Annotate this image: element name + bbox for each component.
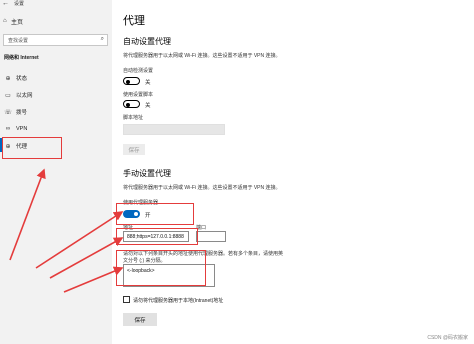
sidebar-item-ethernet[interactable]: ▭ 以太网: [0, 87, 112, 103]
manual-proxy-heading: 手动设置代理: [123, 169, 171, 178]
sidebar-item-status[interactable]: ⊕ 状态: [0, 70, 112, 86]
setup-script-state: 关: [145, 103, 151, 109]
auto-detect-state: 关: [145, 80, 151, 86]
sidebar-home-label: 主页: [11, 19, 24, 26]
sidebar-item-label: 拨号: [16, 110, 28, 116]
local-address-checkbox-label: 请勿将代理服务器用于本地(Intranet)地址: [133, 298, 224, 304]
monitor-icon: ▭: [5, 92, 11, 99]
setup-script-label: 使用设置脚本: [123, 92, 154, 98]
back-arrow-icon[interactable]: ←: [2, 0, 9, 7]
setup-script-toggle[interactable]: [123, 100, 140, 108]
script-address-label: 脚本地址: [123, 115, 144, 121]
sidebar-item-dialup[interactable]: ☏ 拨号: [0, 104, 112, 120]
local-address-checkbox[interactable]: [123, 296, 130, 303]
manual-save-button[interactable]: 保存: [123, 313, 157, 326]
manual-proxy-desc: 将代理服务器用于以太网或 Wi-Fi 连接。这些设置不适用于 VPN 连接。: [123, 185, 281, 191]
phone-icon: ☏: [4, 109, 12, 116]
app-title: 设置: [14, 1, 25, 7]
search-placeholder: 查找设置: [8, 38, 29, 44]
script-address-input: [123, 124, 225, 135]
watermark: CSDN @码农搬家: [427, 335, 468, 341]
search-input[interactable]: 查找设置 ⌕: [3, 34, 108, 46]
auto-proxy-desc: 将代理服务器用于以太网或 Wi-Fi 连接。这些设置不适用于 VPN 连接。: [123, 53, 281, 59]
auto-detect-toggle[interactable]: [123, 77, 140, 85]
sidebar-item-vpn[interactable]: ∞ VPN: [0, 121, 112, 137]
annotation-box-toggle: [116, 203, 194, 225]
auto-proxy-heading: 自动设置代理: [123, 37, 171, 46]
sidebar-item-label: VPN: [16, 126, 28, 132]
home-icon: ⌂: [3, 18, 7, 24]
globe-icon: ⊕: [5, 75, 11, 82]
search-icon: ⌕: [100, 36, 104, 42]
sidebar-item-label: 状态: [16, 76, 28, 82]
sidebar: ← 设置 ⌂ 主页 查找设置 ⌕ 网络和 Internet ⊕ 状态 ▭ 以太网…: [0, 0, 112, 344]
vpn-icon: ∞: [5, 126, 11, 132]
sidebar-item-label: 以太网: [16, 93, 33, 99]
auto-detect-label: 自动检测设置: [123, 68, 154, 74]
annotation-box-exceptions: [116, 250, 206, 286]
page-title: 代理: [123, 15, 145, 27]
annotation-box-address: [116, 228, 198, 245]
auto-save-button: 保存: [123, 144, 145, 155]
annotation-box-proxy: [2, 137, 62, 159]
main-panel: 代理 自动设置代理 将代理服务器用于以太网或 Wi-Fi 连接。这些设置不适用于…: [112, 0, 474, 344]
sidebar-section-label: 网络和 Internet: [4, 55, 39, 61]
port-input[interactable]: [196, 231, 226, 242]
sidebar-home[interactable]: ⌂ 主页: [3, 16, 23, 26]
